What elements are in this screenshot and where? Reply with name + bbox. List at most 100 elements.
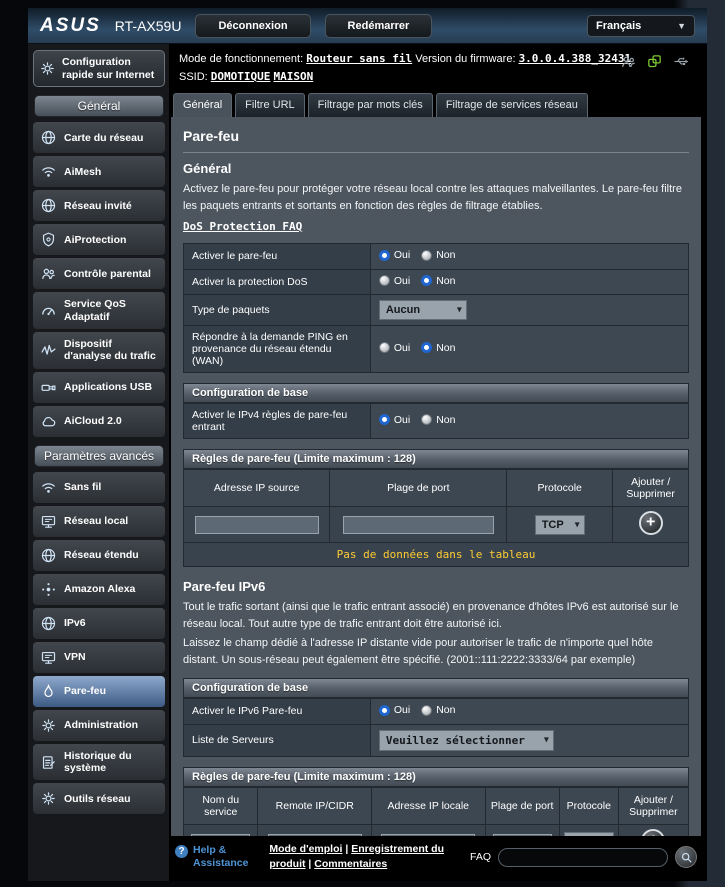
tab-filtre-url[interactable]: Filtre URL <box>235 93 305 117</box>
sidebar-item-qos-adaptatif[interactable]: Service QoS Adaptatif <box>33 292 165 329</box>
ipv4-rules-header: Règles de pare-feu (Limite maximum : 128… <box>183 449 689 469</box>
language-selector[interactable]: Français ▼ <box>587 15 695 37</box>
radio-oui[interactable] <box>379 250 390 261</box>
dos-protection-faq-link[interactable]: DoS Protection FAQ <box>183 220 302 233</box>
manual-link[interactable]: Mode d'emploi <box>269 843 342 855</box>
server-list-label: Liste de Serveurs <box>184 724 371 756</box>
radio-non[interactable] <box>421 342 432 353</box>
packet-type-select-wrap: Aucun <box>379 300 467 320</box>
qos-gauge-icon <box>40 302 57 319</box>
app-window: ASUS RT-AX59U Déconnexion Redémarrer Fra… <box>28 8 707 881</box>
radio-oui[interactable] <box>379 342 390 353</box>
network-status-icon[interactable] <box>646 53 663 70</box>
ipv4-rules-table: Adresse IP source Plage de port Protocol… <box>183 469 689 567</box>
mode-value-link[interactable]: Routeur sans fil <box>306 52 412 65</box>
ipv6-description-2: Laissez le champ dédié à l'adresse IP di… <box>183 635 689 668</box>
no-data-message: Pas de données dans le tableau <box>184 543 689 567</box>
sidebar-item-vpn[interactable]: VPN <box>33 642 165 673</box>
col-port-range: Plage de port <box>330 470 507 507</box>
sidebar-item-aimesh[interactable]: AiMesh <box>33 156 165 187</box>
mode-label: Mode de fonctionnement: <box>179 53 303 65</box>
sidebar-item-label: Outils réseau <box>64 793 131 805</box>
enable-dos-label: Activer la protection DoS <box>184 269 371 295</box>
radio-oui[interactable] <box>379 705 390 716</box>
usb-status-icon[interactable] <box>672 53 689 70</box>
lan-icon <box>40 513 57 530</box>
clients-status-icon[interactable] <box>620 53 637 70</box>
protocol-select-wrap: TCP <box>564 832 614 836</box>
source-ip-input[interactable] <box>195 516 319 534</box>
server-list-select[interactable]: Veuillez sélectionner <box>379 730 554 751</box>
radio-non[interactable] <box>421 414 432 425</box>
sidebar-item-controle-parental[interactable]: Contrôle parental <box>33 258 165 289</box>
table-header-row: Adresse IP source Plage de port Protocol… <box>184 470 689 507</box>
ssid-link-2[interactable]: MAISON <box>273 70 313 83</box>
radio-oui[interactable] <box>379 275 390 286</box>
sidebar-item-historique-systeme[interactable]: Historique du système <box>33 744 165 781</box>
radio-oui[interactable] <box>379 414 390 425</box>
sidebar-item-aicloud[interactable]: AiCloud 2.0 <box>33 406 165 437</box>
radio-non[interactable] <box>421 275 432 286</box>
network-tools-icon <box>40 790 57 807</box>
ipv4-basic-config-table: Activer le IPv4 règles de pare-feu entra… <box>183 403 689 439</box>
sidebar-item-reseau-etendu[interactable]: Réseau étendu <box>33 540 165 571</box>
radio-non[interactable] <box>421 250 432 261</box>
tab-general[interactable]: Général <box>173 93 232 117</box>
sidebar-item-reseau-local[interactable]: Réseau local <box>33 506 165 537</box>
enable-dos-radio-group: Oui Non <box>379 275 467 287</box>
faq-search-button[interactable] <box>675 846 697 868</box>
quick-internet-setup-button[interactable]: Configuration rapide sur Internet <box>33 50 165 87</box>
tab-filtrage-services-reseau[interactable]: Filtrage de services réseau <box>436 93 588 117</box>
radio-non-label: Non <box>436 275 455 287</box>
sidebar-item-carte-du-reseau[interactable]: Carte du réseau <box>33 122 165 153</box>
help-assistance-link[interactable]: Help & Assistance <box>175 844 257 870</box>
table-row: Activer le IPv4 règles de pare-feu entra… <box>184 404 689 439</box>
faq-search-input[interactable] <box>498 848 668 867</box>
ipv6-protocol-select[interactable]: TCP <box>564 832 614 836</box>
sidebar-item-label: Service QoS Adaptatif <box>64 298 162 323</box>
reboot-button[interactable]: Redémarrer <box>325 14 433 38</box>
sidebar-item-sans-fil[interactable]: Sans fil <box>33 472 165 503</box>
sidebar-item-label: Réseau local <box>64 515 128 527</box>
sidebar-item-analyse-trafic[interactable]: Dispositif d'analyse du trafic <box>33 332 165 369</box>
radio-non[interactable] <box>421 705 432 716</box>
ipv4-inbound-radio-group: Oui Non <box>379 414 467 426</box>
firewall-flame-icon <box>40 683 57 700</box>
sidebar-item-outils-reseau[interactable]: Outils réseau <box>33 783 165 814</box>
protocol-select-wrap: TCP <box>535 515 585 535</box>
sidebar-item-administration[interactable]: Administration <box>33 710 165 741</box>
port-range-input[interactable] <box>343 516 494 534</box>
table-row: Répondre à la demande PING en provenance… <box>184 326 689 373</box>
ssid-link-1[interactable]: DOMOTIQUE <box>211 70 271 83</box>
protocol-select[interactable]: TCP <box>535 515 585 535</box>
ipv6-basic-config-header: Configuration de base <box>183 678 689 698</box>
link-separator: | <box>345 843 348 855</box>
col-protocol: Protocole <box>507 470 613 507</box>
shield-icon <box>40 231 57 248</box>
system-log-icon <box>40 754 57 771</box>
ipv6-section-title: Pare-feu IPv6 <box>183 579 689 594</box>
tab-filtrage-mots-cles[interactable]: Filtrage par mots clés <box>308 93 433 117</box>
sidebar-item-applications-usb[interactable]: Applications USB <box>33 372 165 403</box>
firmware-version-link[interactable]: 3.0.0.4.388_32431 <box>519 52 632 65</box>
add-ipv4-rule-button[interactable] <box>639 511 663 535</box>
sidebar-item-label: AiCloud 2.0 <box>64 415 122 427</box>
logout-button[interactable]: Déconnexion <box>195 14 310 38</box>
alexa-icon <box>40 581 57 598</box>
sidebar: Configuration rapide sur Internet Généra… <box>28 44 169 881</box>
sidebar-item-amazon-alexa[interactable]: Amazon Alexa <box>33 574 165 605</box>
content-panel: Pare-feu Général Activez le pare-feu pou… <box>171 117 701 836</box>
sidebar-item-label: Carte du réseau <box>64 132 143 144</box>
sidebar-item-reseau-invite[interactable]: Réseau invité <box>33 190 165 221</box>
sidebar-item-ipv6[interactable]: IPv6 <box>33 608 165 639</box>
tab-bar: Général Filtre URL Filtrage par mots clé… <box>171 88 701 117</box>
feedback-link[interactable]: Commentaires <box>314 858 387 870</box>
question-mark-icon <box>175 845 188 858</box>
sidebar-item-pare-feu[interactable]: Pare-feu <box>33 676 165 707</box>
general-settings-table: Activer le pare-feu Oui Non Activer la p… <box>183 243 689 373</box>
faq-label: FAQ <box>470 851 491 863</box>
sidebar-item-aiprotection[interactable]: AiProtection <box>33 224 165 255</box>
add-ipv6-rule-button[interactable] <box>641 829 665 836</box>
quick-setup-label: Configuration rapide sur Internet <box>62 56 159 81</box>
packet-type-select[interactable]: Aucun <box>379 300 467 320</box>
